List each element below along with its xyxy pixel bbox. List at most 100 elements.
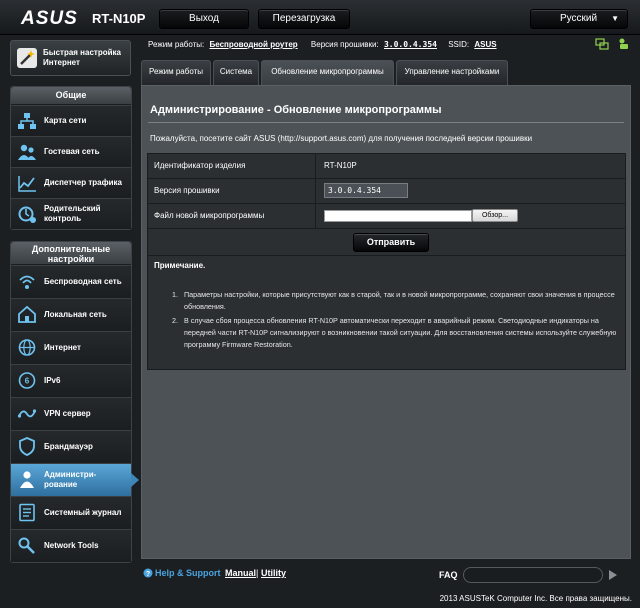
sidebar-item-label: IPv6 [44,376,61,385]
tab-operation-mode[interactable]: Режим работы [141,60,211,85]
sidebar-item-network-tools[interactable]: Network Tools [11,529,131,562]
traffic-manager-icon [18,176,36,192]
parental-control-icon [18,206,36,223]
firewall-icon [19,437,35,456]
status-line: Режим работы: Беспроводной роутер Версия… [148,40,500,52]
reboot-button[interactable]: Перезагрузка [258,9,350,29]
footer: ? Help & Support Manual | Utility FAQ [141,563,631,585]
wireless-icon [19,275,35,289]
ssid-value-link[interactable]: ASUS [474,40,496,49]
magic-wand-icon [17,48,37,68]
network-tools-icon [18,537,35,554]
system-log-icon [19,503,35,522]
sidebar-item-label: VPN сервер [44,409,91,418]
top-bar: ASUS RT-N10P Выход Перезагрузка Русский … [0,0,640,35]
arrow-right-icon[interactable] [607,568,619,582]
asus-logo[interactable]: ASUS [21,8,78,30]
tab-firmware-upgrade[interactable]: Обновление микропрограммы [261,60,394,85]
sidebar-item-lan[interactable]: Локальная сеть [11,298,131,331]
divider [148,122,624,123]
page-description: Пожалуйста, посетите сайт ASUS (http://s… [150,134,533,143]
sidebar-item-ipv6[interactable]: 6 IPv6 [11,364,131,397]
sidebar-item-parental-control[interactable]: Родительский контроль [11,198,131,229]
footer-separator: | [256,568,259,578]
mode-value-link[interactable]: Беспроводной роутер [210,40,298,49]
utility-link[interactable]: Utility [261,568,286,578]
firmware-form: Идентификатор изделия RT-N10P Версия про… [147,153,626,370]
model-value: RT-N10P [324,161,357,170]
form-row-model: Идентификатор изделия RT-N10P [148,154,625,179]
sidebar-item-label: Беспроводная сеть [44,277,122,286]
internet-icon [18,339,36,356]
sidebar-item-network-map[interactable]: Карта сети [11,105,131,136]
fw-version-field: 3.0.0.4.354 [324,183,408,198]
note-item: Параметры настройки, которые присутствую… [180,289,619,313]
fw-version-label: Версия прошивки [148,179,316,203]
notes-list: Параметры настройки, которые присутствую… [180,289,619,351]
sidebar-item-label: Network Tools [44,541,99,550]
nav-group-general: Общие Карта сети Гостевая сеть Диспетчер… [10,86,132,230]
help-icon: ? [143,568,153,578]
fw-file-input[interactable] [324,210,472,222]
form-row-fw-file: Файл новой микропрограммы Обзор... [148,204,625,229]
model-name: RT-N10P [92,11,146,26]
nav-group-advanced: Дополнительные настройки Беспроводная се… [10,241,139,563]
nav-group-general-title: Общие [11,87,131,105]
note-item: В случае сбоя процесса обновления RT-N10… [180,315,619,351]
status-icons [594,36,634,52]
main-panel: Администрирование - Обновление микропрог… [141,85,631,559]
sidebar-item-vpn[interactable]: VPN сервер [11,397,131,430]
connection-status-icon[interactable] [595,38,609,50]
sidebar-item-label: Локальная сеть [44,310,107,319]
fw-value-link[interactable]: 3.0.0.4.354 [384,40,437,49]
model-label: Идентификатор изделия [148,154,316,178]
sidebar-item-label: Родительский контроль [44,204,101,223]
faq-search-input[interactable] [463,567,603,583]
vpn-icon [17,409,37,418]
notes-title: Примечание. [154,261,206,270]
sidebar-item-guest-network[interactable]: Гостевая сеть [11,136,131,167]
form-actions: Отправить [148,229,625,255]
ipv6-icon: 6 [18,372,36,389]
lan-icon [18,305,36,323]
faq-label: FAQ [439,570,458,580]
sidebar-item-administration[interactable]: Администри-рование [11,463,139,496]
network-map-icon [18,113,36,129]
manual-link[interactable]: Manual [225,568,256,578]
sidebar-item-label: Интернет [44,343,81,352]
form-row-fw-version: Версия прошивки 3.0.0.4.354 [148,179,625,204]
sidebar-item-label: Диспетчер трафика [44,178,122,187]
chevron-down-icon: ▼ [611,14,619,23]
submit-button[interactable]: Отправить [353,233,429,252]
sidebar-item-label: Карта сети [44,116,87,125]
notes-box: Примечание. Параметры настройки, которые… [148,255,625,369]
language-select[interactable]: Русский ▼ [530,9,628,29]
fw-file-label: Файл новой микропрограммы [148,204,316,228]
guest-network-icon [18,144,36,160]
sidebar-item-firewall[interactable]: Брандмауэр [11,430,131,463]
copyright-text: 2013 ASUSTeK Computer Inc. Все права защ… [439,594,632,603]
mode-label: Режим работы: [148,40,205,49]
tab-system[interactable]: Система [213,60,259,85]
page-title: Администрирование - Обновление микропрог… [150,104,442,116]
sidebar-item-label: Брандмауэр [44,442,93,451]
sidebar-item-internet[interactable]: Интернет [11,331,131,364]
quick-setup-button[interactable]: Быстрая настройка Интернет [10,40,131,76]
quick-setup-label: Быстрая настройка Интернет [43,48,121,67]
administration-icon [20,471,34,488]
sidebar-item-system-log[interactable]: Системный журнал [11,496,131,529]
fw-label: Версия прошивки: [310,40,379,49]
sidebar-item-traffic-manager[interactable]: Диспетчер трафика [11,167,131,198]
sidebar-item-wireless[interactable]: Беспроводная сеть [11,265,131,298]
tab-settings-management[interactable]: Управление настройками [396,60,508,85]
svg-text:?: ? [146,571,150,578]
nav-group-advanced-title: Дополнительные настройки [11,242,131,265]
help-support-label: Help & Support [155,568,221,578]
svg-text:6: 6 [25,377,30,386]
browse-button[interactable]: Обзор... [472,209,518,222]
logout-button[interactable]: Выход [159,9,249,29]
ssid-label: SSID: [448,40,470,49]
sidebar-item-label: Гостевая сеть [44,147,100,156]
sidebar-item-label: Системный журнал [44,508,122,517]
usb-status-icon[interactable] [619,38,629,50]
